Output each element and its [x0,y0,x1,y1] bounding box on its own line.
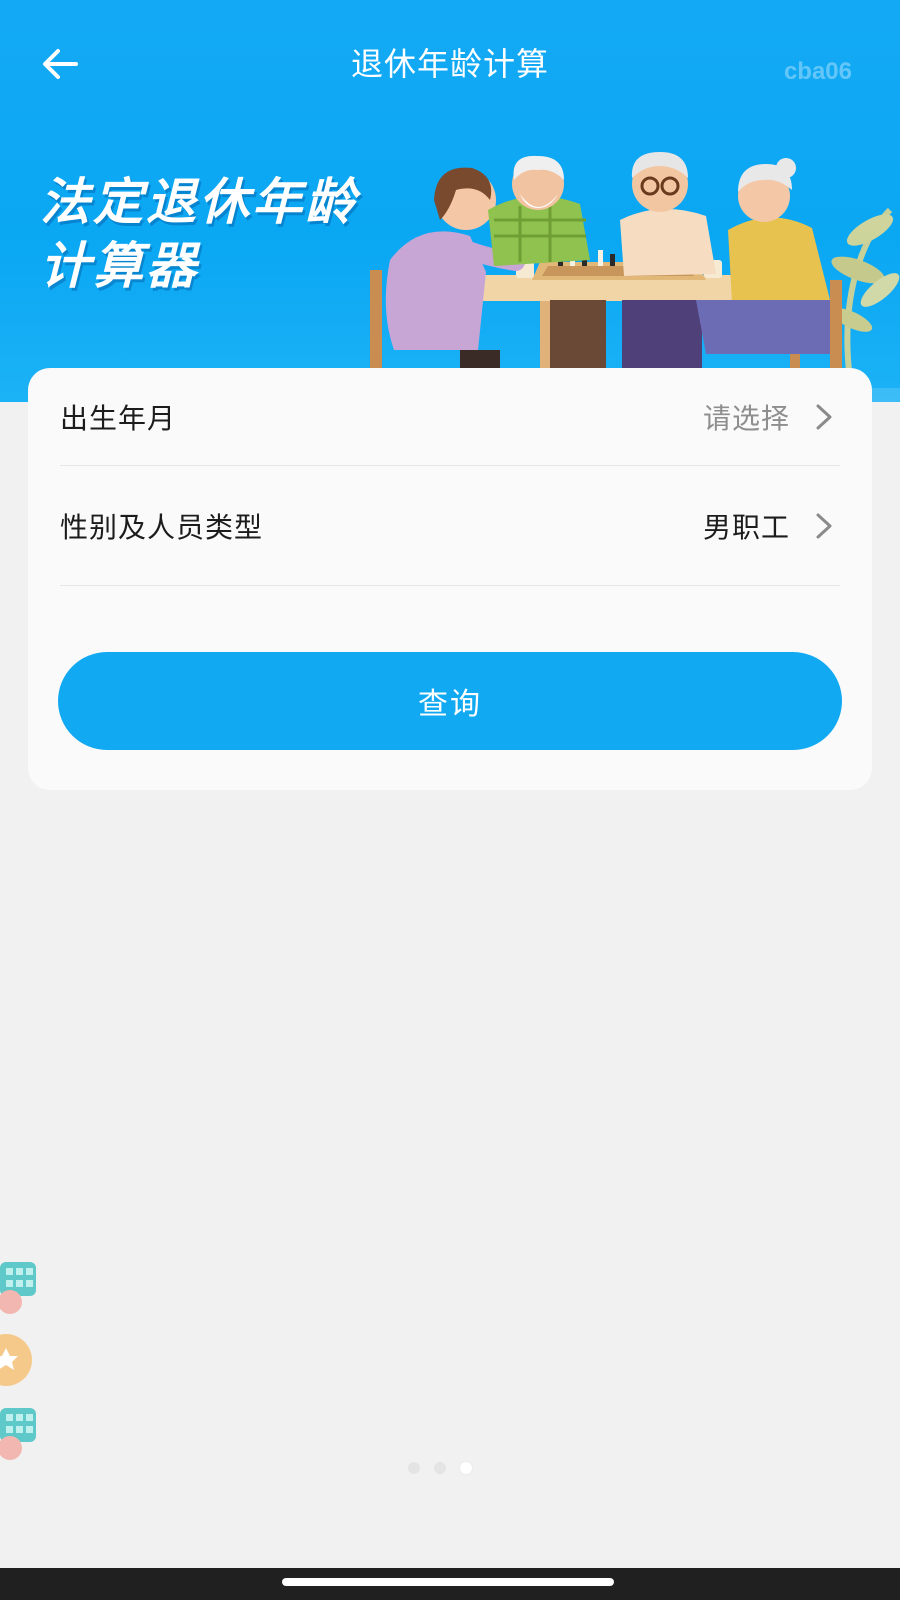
calendar-icon[interactable] [0,1262,40,1322]
birth-date-value: 请选择 [702,401,790,435]
person-type-value: 男职工 [702,510,790,544]
person-type-selector[interactable]: 男职工 [703,506,840,546]
home-indicator[interactable] [282,1578,614,1586]
pager-dots [408,1462,472,1474]
watermark-text: cba06 [783,58,852,85]
coin-icon[interactable] [0,1332,40,1392]
calendar-icon[interactable] [0,1408,40,1468]
elderly-chess-illustration [360,152,900,402]
birth-date-selector[interactable]: 请选择 [703,397,840,437]
system-navigation-bar [0,1568,900,1600]
chevron-right-icon [816,404,832,429]
banner-headline-line-2: 计算器 [40,237,199,295]
banner-headline: 法定退休年龄 计算器 [40,170,358,298]
person-type-row[interactable]: 性别及人员类型 男职工 [60,466,840,586]
page-title: 退休年龄计算 [350,45,549,83]
birth-date-label: 出生年月 [60,401,177,435]
pager-dot-active [460,1462,472,1474]
form-card: 出生年月 请选择 性别及人员类型 男职工 查询 [28,368,872,790]
person-type-label: 性别及人员类型 [60,510,264,544]
pager-dot [434,1462,446,1474]
chevron-right-icon [816,513,832,538]
banner-headline-line-1: 法定退休年龄 [40,173,358,231]
pager-dot [408,1462,420,1474]
birth-date-row[interactable]: 出生年月 请选择 [60,368,840,466]
query-button[interactable]: 查询 [58,652,842,750]
header-banner: 退休年龄计算 cba06 法定退休年龄 计算器 [0,0,900,402]
floating-side-widget[interactable] [0,1262,40,1502]
